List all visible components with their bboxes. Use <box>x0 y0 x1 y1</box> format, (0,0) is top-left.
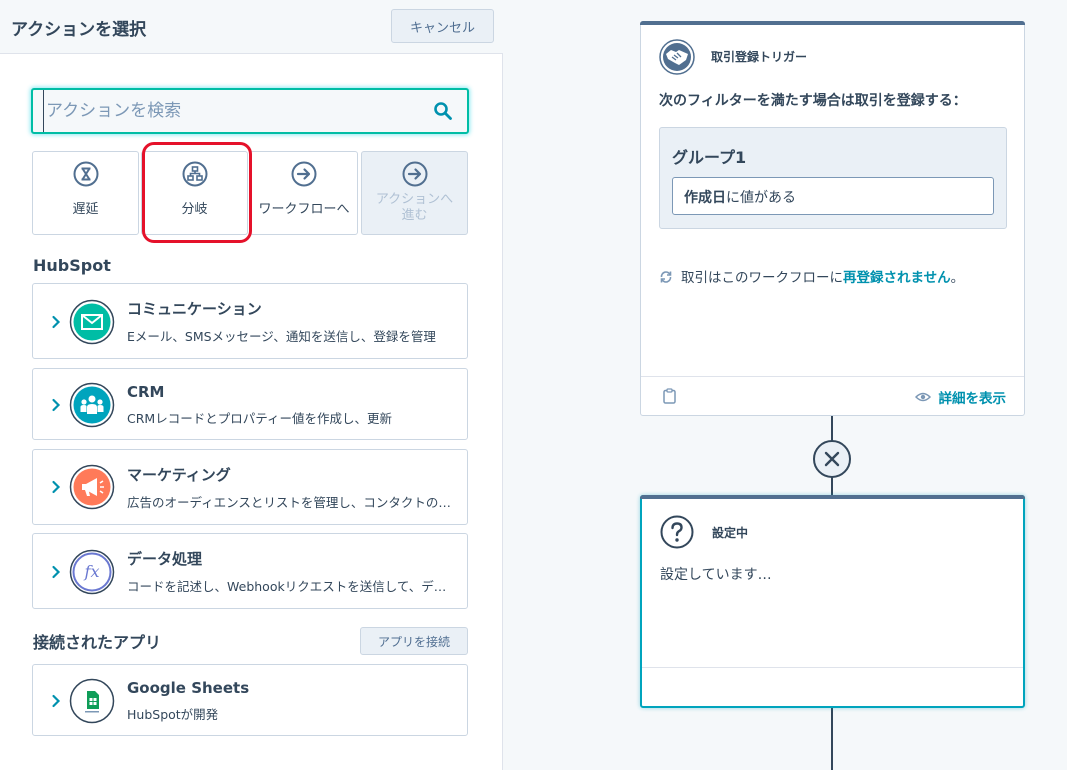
group-title: グループ1 <box>672 148 747 167</box>
google-sheets-icon <box>69 678 115 724</box>
category-communication[interactable]: コミュニケーション Eメール、SMSメッセージ、通知を送信し、登録を管理 <box>32 283 468 359</box>
contacts-icon <box>69 382 115 428</box>
refresh-icon <box>660 271 672 283</box>
node-title: 設定中 <box>712 526 749 540</box>
quick-action-tiles: 遅延 分岐 ワークフローへ アクションへ進む <box>32 151 468 235</box>
setting-text: 設定しています… <box>660 567 772 583</box>
arrow-circle-icon <box>291 161 317 187</box>
section-title-hubspot: HubSpot <box>33 256 111 275</box>
tile-branch[interactable]: 分岐 <box>141 151 248 235</box>
category-marketing[interactable]: マーケティング 広告のオーディエンスとリストを管理し、コンタクトの… <box>32 449 468 525</box>
app-google-sheets[interactable]: Google Sheets HubSpotが開発 <box>32 664 468 736</box>
chevron-right-icon <box>52 694 61 708</box>
close-icon <box>824 451 840 467</box>
chevron-right-icon <box>52 398 61 412</box>
filter-label: 次のフィルターを満たす場合は取引を登録する： <box>659 93 967 109</box>
action-panel: アクションを選択 キャンセル 遅延 分岐 <box>0 0 503 770</box>
node-footer: 詳細を表示 <box>641 376 1024 414</box>
tile-delay[interactable]: 遅延 <box>32 151 139 235</box>
setting-node[interactable]: 設定中 設定しています… <box>640 495 1025 708</box>
eye-icon <box>914 392 931 402</box>
tile-label: 分岐 <box>181 202 208 217</box>
node-title: 取引登録トリガー <box>711 50 808 64</box>
panel-header: アクションを選択 キャンセル <box>0 0 503 54</box>
condition-property: 作成日 <box>684 190 726 206</box>
category-description: コードを記述し、Webhookリクエストを送信して、デ… <box>127 579 447 594</box>
reenroll-text: 取引はこのワークフローに <box>681 270 843 286</box>
search-icon[interactable] <box>433 101 453 121</box>
arrow-circle-icon <box>402 161 427 187</box>
reenroll-status: 取引はこのワークフローに再登録されません。 <box>659 266 964 286</box>
tile-label: ワークフローへ <box>258 202 350 217</box>
reenroll-link[interactable]: 再登録されません <box>843 270 951 286</box>
category-data-processing[interactable]: fx データ処理 コードを記述し、Webhookリクエストを送信して、デ… <box>32 533 468 609</box>
handshake-icon <box>659 39 695 75</box>
tile-goto-workflow[interactable]: ワークフローへ <box>250 151 358 235</box>
chevron-right-icon <box>52 565 61 579</box>
search-box[interactable] <box>31 88 469 134</box>
chevron-right-icon <box>52 480 61 494</box>
view-details-link[interactable]: 詳細を表示 <box>914 387 1007 407</box>
category-description: CRMレコードとプロパティー値を作成し、更新 <box>127 411 392 426</box>
hourglass-icon <box>73 161 98 187</box>
megaphone-icon <box>69 464 115 510</box>
tile-label: アクションへ進む <box>375 192 454 223</box>
cancel-button[interactable]: キャンセル <box>391 9 494 43</box>
filter-group: グループ1 作成日に値がある <box>659 127 1007 229</box>
connect-app-button[interactable]: アプリを接続 <box>360 627 468 655</box>
search-input[interactable] <box>43 90 423 132</box>
branch-icon <box>182 161 207 187</box>
node-topbar <box>640 21 1025 25</box>
delete-step-button[interactable] <box>813 440 851 478</box>
section-title-connected-apps: 接続されたアプリ <box>33 633 162 652</box>
view-details-label: 詳細を表示 <box>938 391 1007 407</box>
tile-goto-action: アクションへ進む <box>361 151 468 235</box>
reenroll-end: 。 <box>950 270 965 286</box>
envelope-icon <box>69 299 115 345</box>
category-title: CRM <box>127 383 165 401</box>
app-description: HubSpotが開発 <box>127 707 219 722</box>
clipboard-icon[interactable] <box>663 388 676 404</box>
node-footer <box>642 667 1023 668</box>
node-topbar <box>640 495 1025 499</box>
category-crm[interactable]: CRM CRMレコードとプロパティー値を作成し、更新 <box>32 368 468 440</box>
svg-text:fx: fx <box>84 562 100 581</box>
category-description: 広告のオーディエンスとリストを管理し、コンタクトの… <box>127 495 451 510</box>
tile-label: 遅延 <box>72 202 99 217</box>
question-icon <box>660 515 694 549</box>
category-title: データ処理 <box>127 550 203 568</box>
panel-title: アクションを選択 <box>11 20 147 40</box>
filter-condition[interactable]: 作成日に値がある <box>672 177 994 215</box>
function-icon: fx <box>69 549 115 595</box>
condition-text: に値がある <box>726 190 796 206</box>
category-title: マーケティング <box>127 466 231 484</box>
category-description: Eメール、SMSメッセージ、通知を送信し、登録を管理 <box>127 329 436 344</box>
connector-line <box>831 706 833 770</box>
app-title: Google Sheets <box>127 679 250 697</box>
category-title: コミュニケーション <box>127 300 262 318</box>
trigger-node[interactable]: 取引登録トリガー 次のフィルターを満たす場合は取引を登録する： グループ1 作成… <box>640 21 1025 416</box>
chevron-right-icon <box>52 315 61 329</box>
